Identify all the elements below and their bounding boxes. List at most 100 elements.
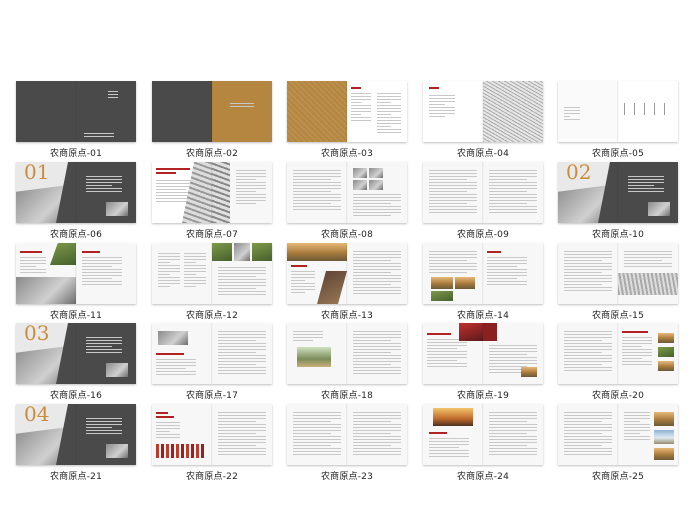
text-line [293,194,341,195]
text-line [236,194,266,195]
text-line [353,278,401,279]
text-line [353,212,401,213]
thumbnail[interactable]: 农商原点-23 [287,404,407,484]
thumbnail-label: 农商原点-08 [320,230,374,240]
thumbnail[interactable]: 04 农商原点-21 [16,404,136,484]
thumbnail[interactable]: 01 农商原点-06 [16,162,136,242]
text-line [293,176,341,177]
right-page [212,404,272,465]
thumbnail[interactable]: 农商原点-22 [152,404,272,484]
text-line [377,123,401,124]
text-line [218,285,266,286]
thumbnail[interactable]: 农商原点-03 [287,81,407,161]
text-line [564,433,602,434]
thumbnail[interactable]: 农商原点-04 [423,81,543,161]
thumbnail-label: 农商原点-24 [456,472,510,482]
text-line [293,421,331,422]
spread-preview: 02 [558,162,678,223]
thumbnail[interactable]: 农商原点-05 [558,81,678,161]
text-line [293,188,341,189]
text-line [489,439,537,440]
text-line [353,436,401,437]
thumbnail[interactable]: 农商原点-14 [423,243,543,323]
text-line [564,331,612,332]
thumbnail[interactable]: 农商原点-20 [558,323,678,403]
photo [212,243,232,261]
text-line [82,272,122,273]
spine-shadow [482,162,484,223]
text-line [293,439,341,440]
text-line [353,451,401,452]
spread-preview [287,162,407,223]
thumbnail[interactable]: 农商原点-24 [423,404,543,484]
text-line [564,346,612,347]
thumbnail[interactable]: 农商原点-07 [152,162,272,242]
thumbnail[interactable]: 农商原点-15 [558,243,678,323]
text-line [291,274,315,275]
text-line [377,126,391,127]
right-page [483,81,543,142]
text-line [427,348,457,349]
thumbnail[interactable]: 农商原点-01 [16,81,136,161]
text-line [429,200,477,201]
spine-shadow [482,81,484,142]
right-page [212,243,272,304]
right-page [618,243,678,304]
text-line [158,277,180,278]
text-line [293,185,341,186]
photo [106,363,128,377]
thumbnail[interactable]: 农商原点-08 [287,162,407,242]
thumbnail[interactable]: 农商原点-19 [423,323,543,403]
text-line [624,415,650,416]
text-line [353,200,401,201]
text-line [86,352,122,353]
left-page [558,323,618,384]
text-line [353,281,401,282]
text-line [489,415,537,416]
thumbnail[interactable]: 农商原点-11 [16,243,136,323]
photo [353,180,367,190]
photo [20,251,42,253]
left-page: 03 [16,323,76,384]
text-line [86,191,122,192]
text-line [184,280,206,281]
thumbnail[interactable]: 农商原点-17 [152,323,272,403]
text-line [429,263,477,264]
text-line [20,257,46,258]
text-line [20,272,46,273]
spine-shadow [75,162,77,223]
photo [166,444,169,458]
left-page [423,404,483,465]
text-line [218,279,266,280]
text-line [564,430,612,431]
text-line [564,337,612,338]
spread-preview [152,323,272,384]
text-line [158,271,180,272]
left-page [287,404,347,465]
text-line [429,447,459,448]
text-line [487,266,517,267]
thumbnail[interactable]: 农商原点-09 [423,162,543,242]
thumbnail[interactable]: 农商原点-12 [152,243,272,323]
text-line [489,348,537,349]
thumbnail[interactable]: 农商原点-18 [287,323,407,403]
text-line [564,424,612,425]
text-line [624,424,650,425]
text-line [564,290,612,291]
thumbnail[interactable]: 03 农商原点-16 [16,323,136,403]
thumbnail[interactable]: 农商原点-13 [287,243,407,323]
thumbnail-label: 农商原点-10 [591,230,645,240]
text-line [156,368,186,369]
text-line [489,424,537,425]
spine-shadow [617,323,619,384]
text-line [82,260,122,261]
thumbnail[interactable]: 02 农商原点-10 [558,162,678,242]
text-line [218,415,266,416]
text-line [564,370,612,371]
thumbnail[interactable]: 农商原点-02 [152,81,272,161]
text-line [218,288,256,289]
thumbnail[interactable]: 农商原点-25 [558,404,678,484]
text-line [236,200,266,201]
text-line [293,412,341,413]
text-line [218,436,266,437]
